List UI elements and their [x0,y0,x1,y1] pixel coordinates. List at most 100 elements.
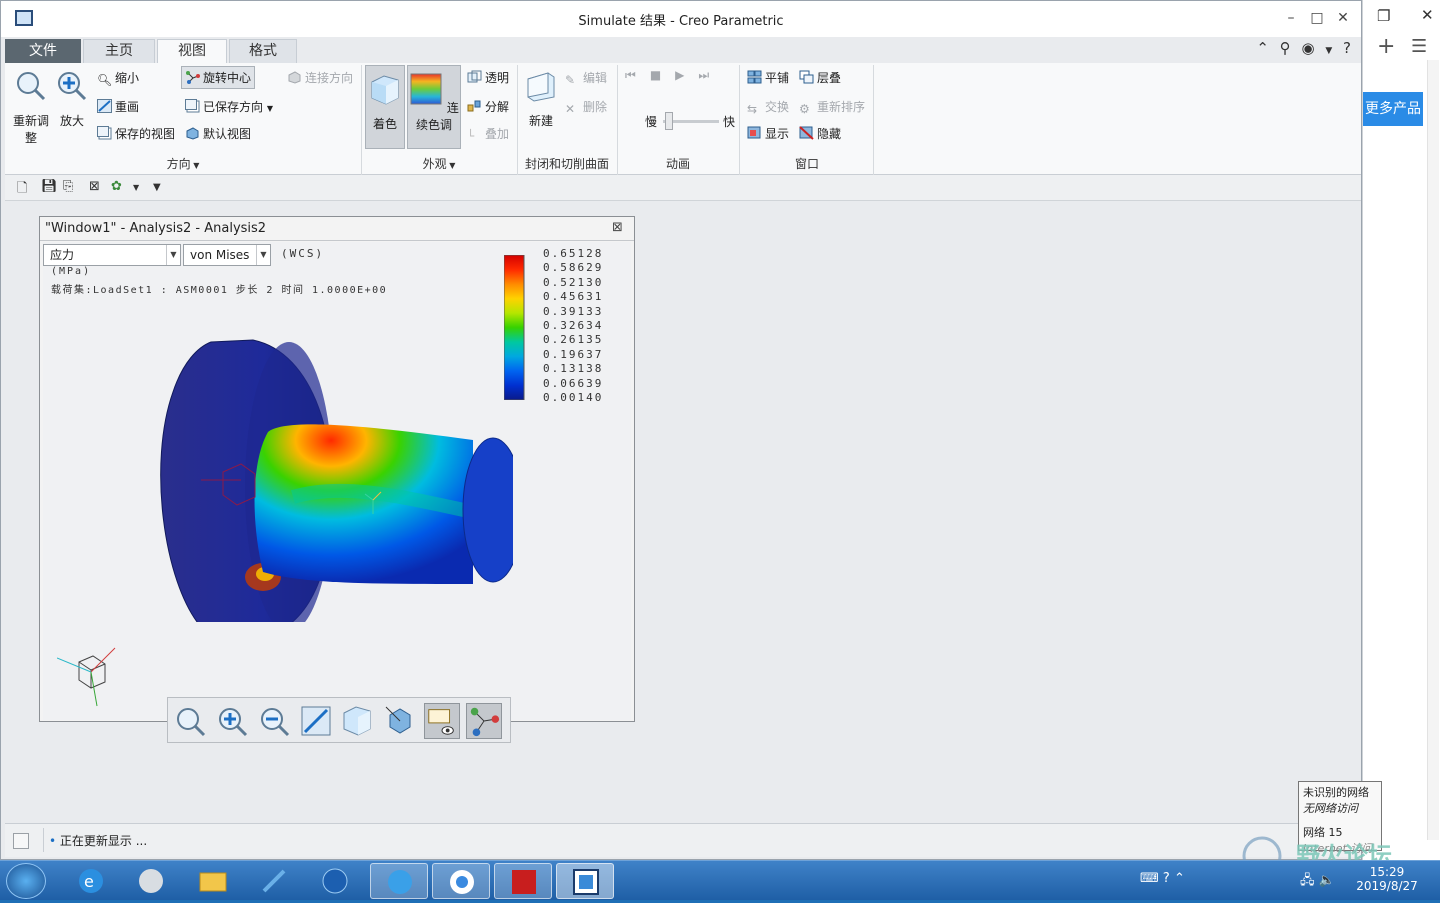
repaint-button[interactable]: 重画 [97,98,139,115]
customize-qat-icon[interactable]: ▼ [153,182,161,193]
shade-cube-icon [371,75,399,105]
quantity-select[interactable]: 应力 ▼ [43,244,181,266]
saved-orientations-button[interactable]: 已保存方向 ▼ [185,98,273,115]
chevron-up-icon[interactable]: ⌃ [1174,871,1185,886]
help-icon[interactable]: ? [1163,871,1170,886]
spin-center-button[interactable]: 旋转中心 [181,66,256,89]
zoom-in-button[interactable]: 放大 [55,69,89,129]
taskbar-app-5[interactable] [306,863,364,899]
reorder-button[interactable]: ⚙ 重新排序 [799,98,865,116]
title-bar: Simulate 结果 - Creo Parametric – □ ✕ [1,1,1361,37]
connect-orient-button[interactable]: 连接方向 [287,69,353,86]
close-icon[interactable]: ⊠ [612,221,626,235]
new-file-icon[interactable]: 🗋 [17,179,27,201]
help-icon[interactable]: ? [1343,39,1351,57]
tray-icons: ⌨ ? ⌃ [1140,871,1185,886]
group-appearance-label[interactable]: 外观 ▼ [361,155,517,173]
taskbar-pdf[interactable] [494,863,552,899]
refit-label: 重新调整 [12,114,49,145]
zoom-out-icon[interactable] [256,703,292,739]
view-manager-icon[interactable] [424,703,460,739]
cascade-button[interactable]: 层叠 [799,69,841,86]
keyboard-icon[interactable]: ⌨ [1140,871,1159,886]
speed-slider-handle[interactable] [665,112,673,130]
first-frame-icon[interactable]: ⏮ [625,68,650,82]
close-button[interactable]: ✕ [1333,9,1353,27]
component-select[interactable]: von Mises ▼ [183,244,271,266]
transparent-button[interactable]: 透明 [467,69,509,86]
last-frame-icon[interactable]: ⏭ [698,68,723,82]
taskbar: e ⌨ ? ⌃ 🖧 🔈 15:29 2019/8/27 [0,860,1440,900]
refit-icon[interactable] [172,703,208,739]
default-view-button[interactable]: 默认视图 [185,125,251,142]
clock-date: 2019/8/27 [1356,879,1418,893]
taskbar-app-7[interactable] [432,863,490,899]
explode-button[interactable]: 分解 [467,98,509,115]
taskbar-explorer[interactable] [184,863,242,899]
taskbar-app-6[interactable] [370,863,428,899]
maximize-button[interactable]: □ [1307,9,1327,27]
start-button[interactable] [6,863,46,899]
search-icon[interactable]: ⚲ [1280,39,1291,57]
tile-button[interactable]: 平铺 [747,69,789,86]
tab-format[interactable]: 格式 [229,39,297,63]
group-orientation-label[interactable]: 方向 ▼ [5,155,361,173]
restore-icon[interactable]: ❐ [1377,7,1390,25]
bubble-icon [388,870,412,894]
tab-view[interactable]: 视图 [157,39,227,63]
refit-icon [17,72,46,101]
add-icon[interactable]: + [1377,34,1395,59]
swap-button[interactable]: ⇆ 交换 [747,98,789,116]
spin-center-icon[interactable] [466,703,502,739]
chevron-down-icon[interactable]: ▼ [1325,46,1332,56]
display-style-icon[interactable] [340,703,376,739]
close-icon[interactable]: ✕ [1421,6,1434,24]
cascade-label: 层叠 [817,71,842,85]
show-icon [747,126,761,139]
taskbar-app-2[interactable] [122,863,180,899]
edit-capping-button[interactable]: ✎ 编辑 [565,69,607,87]
status-toggle-checkbox[interactable] [13,833,29,849]
refit-button[interactable]: 重新调整 [9,69,53,146]
overlay-icon: └ [467,129,475,143]
new-capping-button[interactable]: 新建 [521,69,561,129]
continuous-tone-button[interactable]: 连续色调 [407,65,461,149]
saved-orientations-icon[interactable] [382,703,418,739]
menu-icon[interactable]: ☰ [1411,36,1427,57]
play-icon[interactable]: ▶ [675,68,698,82]
close-window-icon[interactable]: ⊠ [89,179,100,194]
hide-button[interactable]: 隐藏 [799,125,841,142]
legend-value: 0.45631 [543,290,604,304]
saved-views-button[interactable]: 保存的视图 [97,125,175,142]
chevron-down-icon[interactable]: ▼ [133,183,139,192]
result-canvas[interactable]: 应力 ▼ von Mises ▼ (WCS) (MPa) 载荷集:LoadSet… [43,242,631,743]
minimize-button[interactable]: – [1281,9,1301,27]
taskbar-creo[interactable] [556,863,614,899]
volume-icon[interactable]: 🔈 [1319,873,1335,888]
more-products-button[interactable]: 更多产品 [1363,92,1423,126]
collapse-ribbon-icon[interactable]: ⌃ [1256,39,1269,57]
new-capping-label: 新建 [528,114,553,128]
explode-icon [467,100,481,112]
show-button[interactable]: 显示 [747,125,789,142]
clock[interactable]: 15:29 2019/8/27 [1352,865,1422,893]
delete-capping-button[interactable]: ✕ 删除 [565,98,607,116]
zoom-out-button[interactable]: 🔍︎ 缩小 [97,69,139,87]
repaint-icon[interactable] [298,703,334,739]
taskbar-app-4[interactable] [244,863,302,899]
tab-home[interactable]: 主页 [83,39,155,63]
saved-views-label: 保存的视图 [115,127,176,141]
vertical-scrollbar[interactable] [1427,60,1439,840]
chevron-down-icon: ▼ [166,245,180,265]
save-icon[interactable]: 💾︎ [41,179,58,194]
tab-file[interactable]: 文件 [5,39,81,63]
shade-button[interactable]: 着色 [365,65,405,149]
zoom-in-icon[interactable] [214,703,250,739]
overlay-button[interactable]: └ 叠加 [467,125,509,143]
regenerate-icon[interactable]: ✿ [111,179,122,194]
stop-icon[interactable]: ■ [650,68,675,82]
taskbar-ie[interactable]: e [62,863,120,899]
network-icon[interactable]: 🖧 [1300,873,1315,888]
community-icon[interactable]: ◉ [1301,39,1314,57]
save-as-icon[interactable]: ⎘ [63,179,73,194]
